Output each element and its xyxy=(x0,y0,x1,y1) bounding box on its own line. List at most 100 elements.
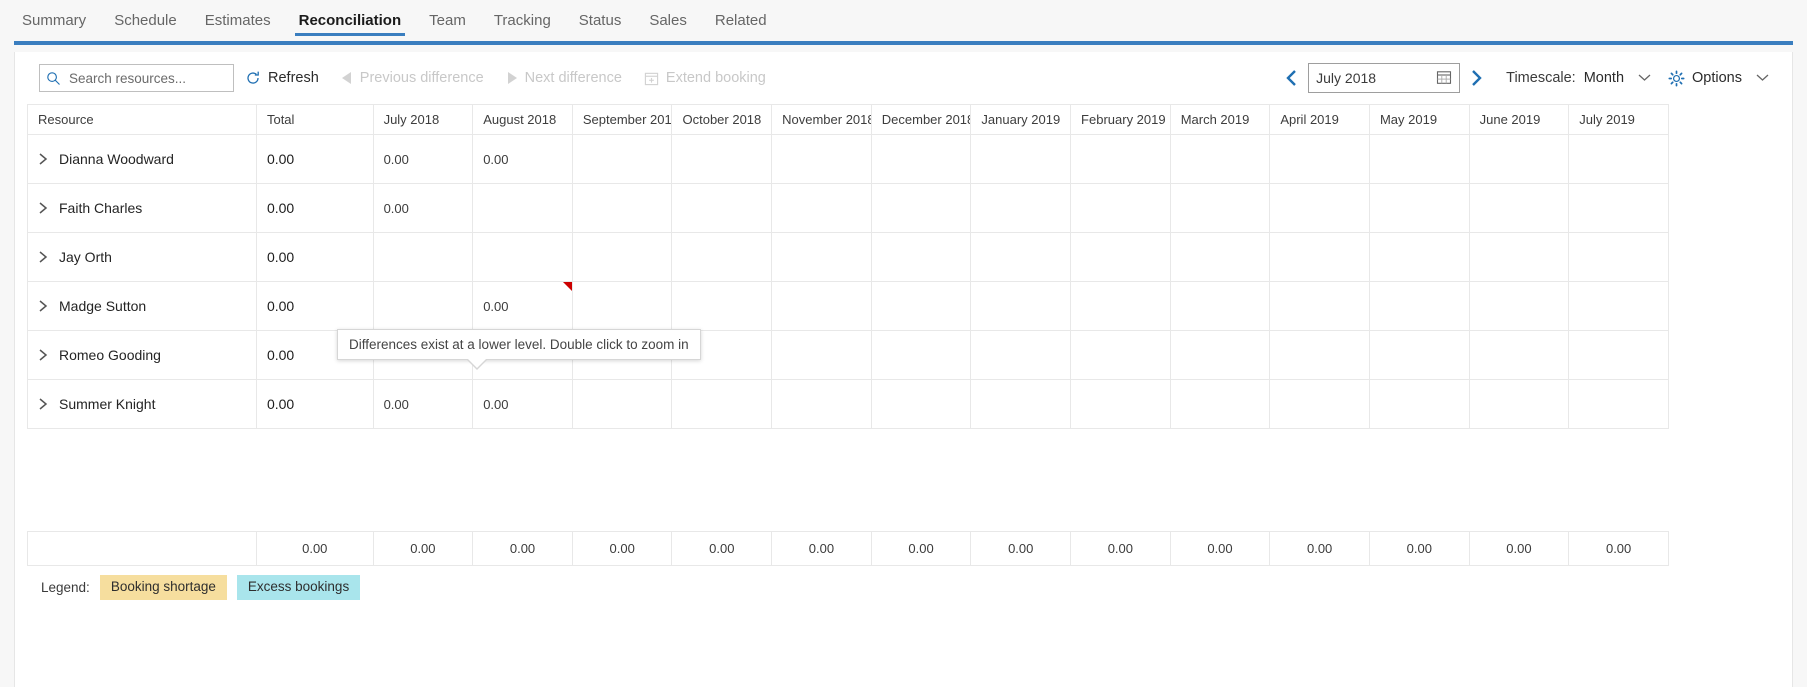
grid-column-header[interactable]: January 2019 xyxy=(970,104,1072,135)
tab-estimates[interactable]: Estimates xyxy=(191,0,285,41)
resource-month-cell[interactable]: 0.00 xyxy=(472,379,573,429)
resource-month-cell[interactable] xyxy=(1169,330,1271,380)
tab-summary[interactable]: Summary xyxy=(8,0,100,41)
grid-column-header[interactable]: August 2018 xyxy=(472,104,573,135)
resource-month-cell[interactable] xyxy=(571,281,673,331)
resource-name-cell[interactable]: Jay Orth xyxy=(27,232,257,282)
resource-month-cell[interactable] xyxy=(1368,232,1470,282)
table-row[interactable]: Jay Orth 0.00 xyxy=(27,232,1669,282)
resource-month-cell[interactable] xyxy=(970,183,1072,233)
resource-month-cell[interactable] xyxy=(1169,183,1271,233)
resource-month-cell[interactable] xyxy=(1269,379,1370,429)
resource-month-cell[interactable] xyxy=(671,134,773,184)
resource-name-cell[interactable]: Faith Charles xyxy=(27,183,257,233)
resource-month-cell[interactable] xyxy=(1568,232,1669,282)
table-row[interactable]: Faith Charles 0.00 0.00 xyxy=(27,183,1669,233)
resource-month-cell[interactable] xyxy=(1169,281,1271,331)
timescale-dropdown[interactable]: Month xyxy=(1584,62,1657,94)
resource-month-cell[interactable] xyxy=(671,379,773,429)
resource-month-cell[interactable] xyxy=(970,379,1072,429)
resource-month-cell[interactable] xyxy=(472,232,573,282)
resource-month-cell[interactable] xyxy=(870,183,972,233)
resource-month-cell[interactable] xyxy=(1269,183,1370,233)
resource-month-cell[interactable] xyxy=(571,183,673,233)
resource-month-cell[interactable] xyxy=(1568,134,1669,184)
grid-column-header[interactable]: March 2019 xyxy=(1169,104,1271,135)
grid-column-header[interactable]: July 2018 xyxy=(372,104,474,135)
resource-month-cell[interactable] xyxy=(771,183,872,233)
resource-month-cell[interactable] xyxy=(1568,330,1669,380)
chevron-right-icon[interactable] xyxy=(38,152,49,166)
grid-column-header[interactable]: Total xyxy=(255,104,374,135)
tab-reconciliation[interactable]: Reconciliation xyxy=(285,0,416,41)
resource-month-cell[interactable] xyxy=(1368,379,1470,429)
tab-schedule[interactable]: Schedule xyxy=(100,0,191,41)
resource-month-cell[interactable] xyxy=(1468,379,1570,429)
resource-month-cell[interactable] xyxy=(1368,183,1470,233)
table-row[interactable]: Dianna Woodward 0.00 0.00 0.00 xyxy=(27,134,1669,184)
resource-month-cell[interactable]: 0.00 xyxy=(372,183,474,233)
grid-column-header[interactable]: May 2019 xyxy=(1368,104,1470,135)
calendar-icon[interactable] xyxy=(1436,69,1452,88)
resource-month-cell[interactable] xyxy=(1169,379,1271,429)
grid-column-header[interactable]: December 2018 xyxy=(870,104,972,135)
resource-month-cell[interactable] xyxy=(771,134,872,184)
resource-month-cell[interactable] xyxy=(1368,134,1470,184)
resource-month-cell[interactable] xyxy=(970,330,1072,380)
resource-month-cell[interactable] xyxy=(372,232,474,282)
resource-month-cell[interactable] xyxy=(771,232,872,282)
resource-month-cell[interactable] xyxy=(1568,379,1669,429)
grid-column-header[interactable]: February 2019 xyxy=(1070,104,1171,135)
resource-month-cell[interactable] xyxy=(1269,281,1370,331)
resource-month-cell[interactable] xyxy=(771,379,872,429)
resource-month-cell[interactable]: 0.00 xyxy=(472,281,573,331)
next-difference-button[interactable]: Next difference xyxy=(495,62,633,94)
search-input[interactable] xyxy=(67,69,227,87)
table-row[interactable]: Summer Knight 0.00 0.00 0.00 xyxy=(27,379,1669,429)
resource-month-cell[interactable] xyxy=(1070,330,1171,380)
resource-month-cell[interactable] xyxy=(372,281,474,331)
resource-month-cell[interactable] xyxy=(1468,183,1570,233)
resource-month-cell[interactable] xyxy=(870,379,972,429)
resource-total-cell[interactable]: 0.00 xyxy=(255,379,374,429)
resource-month-cell[interactable] xyxy=(771,330,872,380)
grid-column-header[interactable]: Resource xyxy=(27,104,257,135)
resource-month-cell[interactable] xyxy=(970,134,1072,184)
chevron-right-icon[interactable] xyxy=(38,250,49,264)
tab-related[interactable]: Related xyxy=(701,0,781,41)
resource-total-cell[interactable]: 0.00 xyxy=(255,232,374,282)
resource-month-cell[interactable] xyxy=(1169,232,1271,282)
resource-month-cell[interactable] xyxy=(671,232,773,282)
resource-month-cell[interactable] xyxy=(1468,330,1570,380)
resource-month-cell[interactable] xyxy=(571,232,673,282)
resource-month-cell[interactable] xyxy=(1368,281,1470,331)
resource-name-cell[interactable]: Romeo Gooding xyxy=(27,330,257,380)
table-row[interactable]: Romeo Gooding0.000.00 xyxy=(27,330,1669,380)
grid-column-header[interactable]: July 2019 xyxy=(1568,104,1669,135)
previous-difference-button[interactable]: Previous difference xyxy=(330,62,495,94)
resource-name-cell[interactable]: Madge Sutton xyxy=(27,281,257,331)
resource-month-cell[interactable] xyxy=(1468,281,1570,331)
resource-month-cell[interactable] xyxy=(1468,134,1570,184)
resource-month-cell[interactable] xyxy=(870,330,972,380)
resource-month-cell[interactable] xyxy=(671,281,773,331)
resource-month-cell[interactable] xyxy=(1169,134,1271,184)
chevron-right-icon[interactable] xyxy=(38,397,49,411)
resource-month-cell[interactable]: 0.00 xyxy=(372,134,474,184)
grid-column-header[interactable]: April 2019 xyxy=(1269,104,1370,135)
options-button[interactable]: Options xyxy=(1657,62,1780,94)
table-row[interactable]: Madge Sutton 0.00 0.00 xyxy=(27,281,1669,331)
chevron-right-icon[interactable] xyxy=(38,201,49,215)
grid-column-header[interactable]: June 2019 xyxy=(1468,104,1570,135)
resource-month-cell[interactable] xyxy=(1070,232,1171,282)
resource-month-cell[interactable] xyxy=(571,134,673,184)
resource-month-cell[interactable] xyxy=(1468,232,1570,282)
extend-booking-button[interactable]: Extend booking xyxy=(633,62,777,94)
resource-month-cell[interactable] xyxy=(970,281,1072,331)
date-range-picker[interactable]: July 2018 xyxy=(1308,63,1461,93)
previous-period-button[interactable] xyxy=(1276,69,1308,87)
tab-status[interactable]: Status xyxy=(565,0,636,41)
resource-name-cell[interactable]: Summer Knight xyxy=(27,379,257,429)
resource-month-cell[interactable] xyxy=(1269,232,1370,282)
resource-month-cell[interactable] xyxy=(1070,281,1171,331)
